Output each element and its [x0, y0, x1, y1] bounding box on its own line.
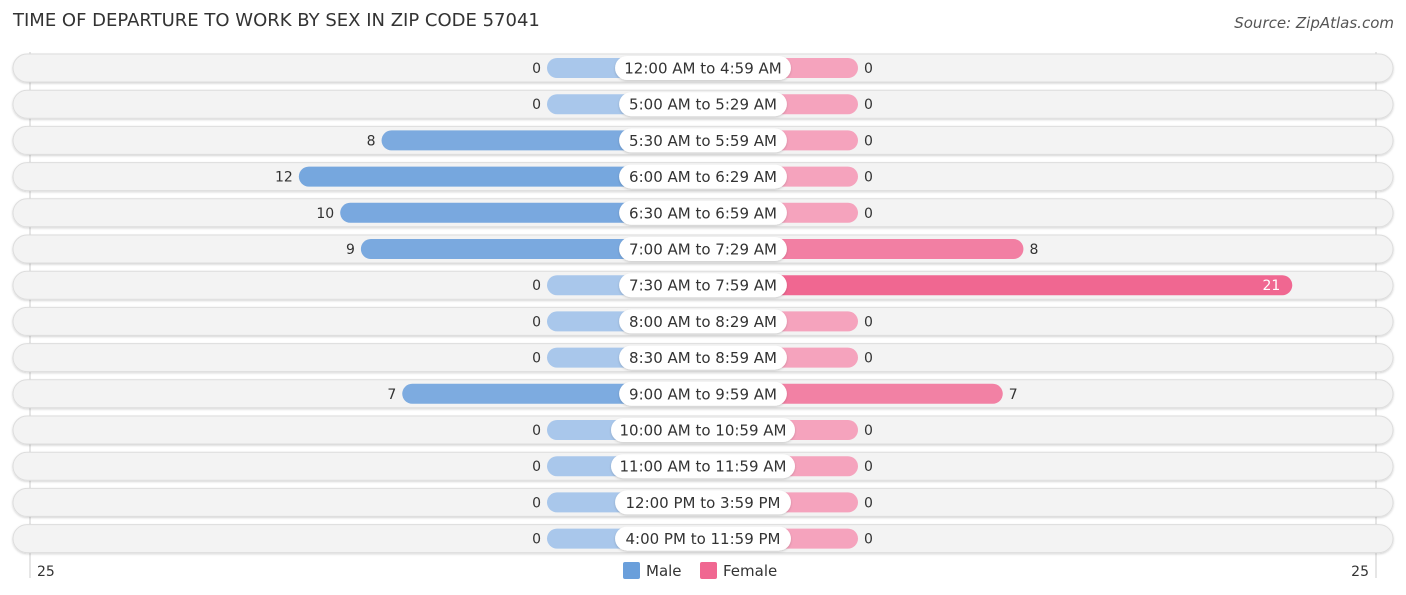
male-value-label: 0 — [532, 278, 541, 294]
legend: Male Female — [623, 562, 777, 580]
legend-male-swatch — [623, 562, 640, 579]
legend-female-label: Female — [723, 562, 777, 580]
female-value-label: 7 — [1009, 387, 1018, 403]
category-label: 8:30 AM to 8:59 AM — [629, 349, 777, 367]
chart-row: 11:00 AM to 11:59 AM 0 0 — [12, 451, 1394, 481]
category-label: 5:30 AM to 5:59 AM — [629, 132, 777, 150]
male-value-label: 0 — [532, 423, 541, 439]
category-label: 12:00 AM to 4:59 AM — [624, 60, 781, 78]
female-value-label: 0 — [864, 206, 873, 222]
chart-row: 8:30 AM to 8:59 AM 0 0 — [12, 343, 1394, 373]
category-label: 7:00 AM to 7:29 AM — [629, 241, 777, 259]
male-value-label: 8 — [367, 133, 376, 149]
female-value-label: 0 — [864, 61, 873, 77]
category-label: 7:30 AM to 7:59 AM — [629, 277, 777, 295]
category-label: 5:00 AM to 5:29 AM — [629, 96, 777, 114]
chart-row: 8:00 AM to 8:29 AM 0 0 — [12, 306, 1394, 336]
category-label: 12:00 PM to 3:59 PM — [625, 494, 780, 512]
chart-row: 7:00 AM to 7:29 AM 9 8 — [12, 234, 1394, 264]
female-value-label: 0 — [864, 532, 873, 548]
male-value-label: 7 — [387, 387, 396, 403]
chart-row: 4:00 PM to 11:59 PM 0 0 — [12, 524, 1394, 554]
axis-tick-left: 25 — [37, 564, 55, 580]
category-label: 8:00 AM to 8:29 AM — [629, 313, 777, 331]
category-label: 6:30 AM to 6:59 AM — [629, 204, 777, 222]
female-value-label: 0 — [864, 459, 873, 475]
legend-female-swatch — [700, 562, 717, 579]
female-value-label: 0 — [864, 97, 873, 113]
chart: 12:00 AM to 4:59 AM 0 0 5:00 AM to 5:29 AM 0… — [12, 52, 1394, 580]
legend-male-label: Male — [646, 562, 682, 580]
male-value-label: 0 — [532, 459, 541, 475]
female-value-label: 0 — [864, 170, 873, 186]
male-value-label: 0 — [532, 97, 541, 113]
female-value-label: 0 — [864, 495, 873, 511]
category-label: 11:00 AM to 11:59 AM — [620, 458, 787, 476]
male-value-label: 0 — [532, 351, 541, 367]
male-value-label: 0 — [532, 495, 541, 511]
female-value-label: 8 — [1029, 242, 1038, 258]
male-value-label: 12 — [275, 170, 293, 186]
chart-row: 6:30 AM to 6:59 AM 10 0 — [12, 198, 1394, 228]
male-value-label: 0 — [532, 532, 541, 548]
female-bar — [703, 275, 1293, 296]
category-label: 9:00 AM to 9:59 AM — [629, 385, 777, 403]
male-value-label: 9 — [346, 242, 355, 258]
male-value-label: 0 — [532, 314, 541, 330]
chart-row: 5:00 AM to 5:29 AM 0 0 — [12, 89, 1394, 119]
chart-row: 9:00 AM to 9:59 AM 7 7 — [12, 379, 1394, 409]
female-value-label: 21 — [1262, 278, 1280, 294]
female-value-label: 0 — [864, 314, 873, 330]
female-value-label: 0 — [864, 133, 873, 149]
chart-row: 12:00 AM to 4:59 AM 0 0 — [12, 53, 1394, 83]
category-label: 4:00 PM to 11:59 PM — [625, 530, 780, 548]
male-value-label: 10 — [316, 206, 334, 222]
category-label: 6:00 AM to 6:29 AM — [629, 168, 777, 186]
chart-row: 5:30 AM to 5:59 AM 8 0 — [12, 125, 1394, 155]
axis-tick-right: 25 — [1351, 564, 1369, 580]
chart-row: 6:00 AM to 6:29 AM 12 0 — [12, 162, 1394, 192]
category-label: 10:00 AM to 10:59 AM — [620, 422, 787, 440]
female-value-label: 0 — [864, 423, 873, 439]
chart-row: 10:00 AM to 10:59 AM 0 0 — [12, 415, 1394, 445]
chart-row: 7:30 AM to 7:59 AM 0 21 — [12, 270, 1394, 300]
male-value-label: 0 — [532, 61, 541, 77]
chart-row: 12:00 PM to 3:59 PM 0 0 — [12, 487, 1394, 517]
female-value-label: 0 — [864, 351, 873, 367]
